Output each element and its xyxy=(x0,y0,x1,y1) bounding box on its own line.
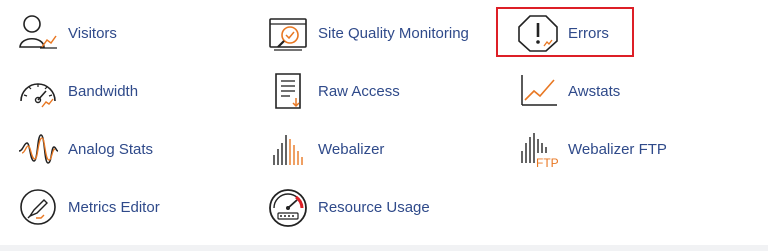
metrics-editor-icon xyxy=(14,185,62,229)
panel-bottom-divider xyxy=(0,245,768,251)
webalizer-link[interactable]: Webalizer xyxy=(264,127,384,171)
webalizer-icon xyxy=(264,127,312,171)
errors-link[interactable]: Errors xyxy=(514,11,609,55)
webalizer-ftp-label: Webalizer FTP xyxy=(568,140,667,158)
webalizer-label: Webalizer xyxy=(318,140,385,158)
bandwidth-icon xyxy=(14,69,62,113)
analog-stats-icon xyxy=(14,127,62,171)
webalizer-ftp-link[interactable]: FTP Webalizer FTP xyxy=(514,127,667,171)
ftp-badge: FTP xyxy=(536,156,559,169)
raw-access-label: Raw Access xyxy=(318,82,400,100)
bandwidth-link[interactable]: Bandwidth xyxy=(14,69,138,113)
site-quality-icon xyxy=(264,11,312,55)
raw-access-link[interactable]: Raw Access xyxy=(264,69,400,113)
awstats-icon xyxy=(514,69,562,113)
errors-icon xyxy=(514,11,562,55)
awstats-label: Awstats xyxy=(568,82,621,100)
raw-access-icon xyxy=(264,69,312,113)
metrics-panel: Visitors Site Quality Monitoring Errors xyxy=(0,0,768,240)
resource-usage-icon xyxy=(264,185,312,229)
bandwidth-label: Bandwidth xyxy=(68,82,139,100)
errors-label: Errors xyxy=(568,24,609,42)
resource-usage-label: Resource Usage xyxy=(318,198,430,216)
resource-usage-link[interactable]: Resource Usage xyxy=(264,185,430,229)
visitors-icon xyxy=(14,11,62,55)
visitors-link[interactable]: Visitors xyxy=(14,11,117,55)
analog-stats-link[interactable]: Analog Stats xyxy=(14,127,153,171)
webalizer-ftp-icon: FTP xyxy=(514,127,562,171)
site-quality-monitoring-link[interactable]: Site Quality Monitoring xyxy=(264,11,469,55)
awstats-link[interactable]: Awstats xyxy=(514,69,620,113)
metrics-editor-link[interactable]: Metrics Editor xyxy=(14,185,160,229)
site-quality-monitoring-label: Site Quality Monitoring xyxy=(318,24,469,42)
visitors-label: Visitors xyxy=(68,24,117,42)
metrics-editor-label: Metrics Editor xyxy=(68,198,160,216)
analog-stats-label: Analog Stats xyxy=(68,140,154,158)
